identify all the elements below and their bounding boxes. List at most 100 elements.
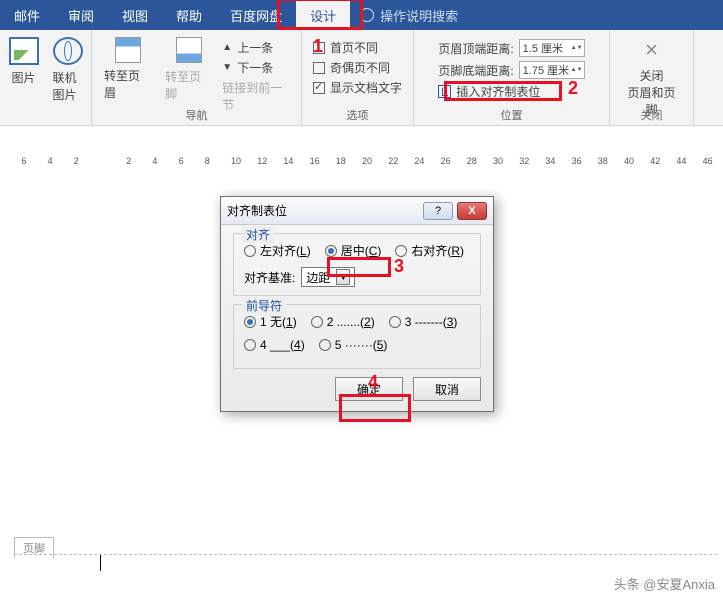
ruler-tick: 4 (48, 156, 53, 166)
arrow-up-icon: ▲ (222, 42, 232, 53)
leader-legend: 前导符 (242, 297, 286, 314)
ruler-tick: 2 (126, 156, 131, 166)
cancel-button[interactable]: 取消 (413, 377, 481, 401)
ruler-tick: 10 (231, 156, 241, 166)
ruler-tick: 34 (545, 156, 555, 166)
ruler-tick: 20 (362, 156, 372, 166)
insert-online-picture-button[interactable]: 联机图片 (49, 35, 87, 105)
dialog-close-button[interactable]: X (457, 202, 487, 220)
tab-help[interactable]: 帮助 (162, 0, 216, 30)
tab-review[interactable]: 审阅 (54, 0, 108, 30)
insert-picture-label: 图片 (11, 69, 35, 86)
header-distance-input[interactable]: 1.5 厘米▲▼ (519, 39, 585, 57)
ruler-tick: 14 (283, 156, 293, 166)
ruler-tick: 6 (179, 156, 184, 166)
leader-fieldset: 前导符 1 无(1) 2 .......(2) 3 -------(3) 4 _… (233, 304, 481, 369)
ruler-tick: 22 (388, 156, 398, 166)
align-right-radio[interactable]: 右对齐(R) (395, 242, 464, 259)
goto-footer-label: 转至页脚 (165, 68, 212, 102)
ruler-tick: 18 (336, 156, 346, 166)
group-label-insert (44, 109, 47, 123)
horizontal-ruler[interactable]: 8642246810121416182022242628303234363840… (0, 154, 723, 172)
search-placeholder: 操作说明搜索 (380, 6, 458, 25)
ruler-tick: 32 (519, 156, 529, 166)
ruler-tick: 28 (467, 156, 477, 166)
radio-icon (244, 339, 256, 351)
group-label-options: 选项 (347, 105, 369, 123)
tab-design[interactable]: 设计 (296, 0, 350, 30)
checkbox-icon (313, 62, 325, 74)
menu-tabbar: 邮件 审阅 视图 帮助 百度网盘 设计 操作说明搜索 (0, 0, 723, 30)
first-page-diff-checkbox[interactable]: 首页不同 (313, 39, 402, 56)
ruler-tick: 40 (624, 156, 634, 166)
globe-icon (53, 37, 83, 65)
alignment-fieldset: 对齐 左对齐(L) 居中(C) 右对齐(R) 对齐基准: 边距 ▼ (233, 233, 481, 296)
ruler-tick: 26 (441, 156, 451, 166)
watermark: 头条 @安夏Anxia (614, 574, 715, 593)
align-center-radio[interactable]: 居中(C) (325, 242, 382, 259)
align-left-radio[interactable]: 左对齐(L) (244, 242, 311, 259)
alignment-legend: 对齐 (242, 226, 274, 243)
footer-distance-row: 页脚底端距离: 1.75 厘米▲▼ (438, 61, 584, 79)
ruler-tick: 16 (310, 156, 320, 166)
ruler-tick: 12 (257, 156, 267, 166)
online-picture-label: 联机图片 (53, 69, 83, 103)
tell-me-search[interactable]: 操作说明搜索 (350, 0, 468, 30)
arrow-down-icon: ▼ (222, 62, 232, 73)
tab-stop-icon (438, 85, 451, 98)
ruler-tick: 8 (205, 156, 210, 166)
leader-2-radio[interactable]: 2 .......(2) (311, 315, 375, 329)
odd-even-diff-checkbox[interactable]: 奇偶页不同 (313, 59, 402, 76)
footer-distance-input[interactable]: 1.75 厘米▲▼ (519, 61, 585, 79)
ruler-tick: 2 (74, 156, 79, 166)
alignment-tab-dialog: 对齐制表位 ? X 对齐 左对齐(L) 居中(C) 右对齐(R) 对齐基准: 边… (220, 196, 494, 412)
basis-select[interactable]: 边距 ▼ (301, 267, 355, 287)
chevron-down-icon: ▼ (336, 269, 350, 285)
insert-alignment-tab-button[interactable]: 插入对齐制表位 (438, 83, 584, 100)
footer-icon (176, 37, 202, 63)
dialog-title: 对齐制表位 (227, 202, 287, 219)
basis-label: 对齐基准: (244, 269, 295, 286)
ruler-tick: 44 (676, 156, 686, 166)
radio-icon (244, 245, 256, 257)
group-label-position: 位置 (501, 105, 523, 123)
insert-picture-button[interactable]: 图片 (5, 35, 43, 88)
text-cursor (100, 555, 101, 571)
checkbox-checked-icon (313, 82, 325, 94)
radio-checked-icon (244, 316, 256, 328)
link-previous-button: 链接到前一节 (222, 79, 293, 113)
ok-button[interactable]: 确定 (335, 377, 403, 401)
spinner-icon[interactable]: ▲▼ (571, 45, 581, 51)
tab-view[interactable]: 视图 (108, 0, 162, 30)
checkbox-icon (313, 42, 325, 54)
leader-3-radio[interactable]: 3 -------(3) (389, 315, 458, 329)
ruler-tick: 24 (414, 156, 424, 166)
help-button[interactable]: ? (423, 202, 453, 220)
goto-header-button[interactable]: 转至页眉 (100, 35, 155, 103)
ribbon: 图片 联机图片 转至页眉 转至页脚 ▲上一条 ▼下一条 链接到前一节 (0, 30, 723, 126)
tab-baidu[interactable]: 百度网盘 (216, 0, 296, 30)
ruler-tick: 42 (650, 156, 660, 166)
dialog-titlebar[interactable]: 对齐制表位 ? X (221, 197, 493, 225)
bulb-icon (360, 8, 374, 22)
prev-section-button[interactable]: ▲上一条 (222, 39, 293, 56)
show-doc-text-checkbox[interactable]: 显示文档文字 (313, 79, 402, 96)
header-distance-row: 页眉顶端距离: 1.5 厘米▲▼ (438, 39, 584, 57)
ruler-tick: 46 (703, 156, 713, 166)
radio-icon (311, 316, 323, 328)
leader-4-radio[interactable]: 4 ___(4) (244, 338, 305, 352)
picture-icon (9, 37, 39, 65)
group-label-nav: 导航 (186, 105, 208, 123)
basis-row: 对齐基准: 边距 ▼ (244, 267, 470, 287)
radio-checked-icon (325, 245, 337, 257)
ruler-tick: 4 (152, 156, 157, 166)
next-section-button[interactable]: ▼下一条 (222, 59, 293, 76)
radio-icon (389, 316, 401, 328)
tab-mail[interactable]: 邮件 (0, 0, 54, 30)
group-label-close: 关闭 (641, 105, 663, 123)
spinner-icon[interactable]: ▲▼ (571, 67, 581, 73)
leader-1-radio[interactable]: 1 无(1) (244, 313, 297, 330)
ruler-tick: 6 (21, 156, 26, 166)
leader-5-radio[interactable]: 5 ·······(5) (319, 338, 388, 352)
close-icon: × (639, 37, 665, 63)
